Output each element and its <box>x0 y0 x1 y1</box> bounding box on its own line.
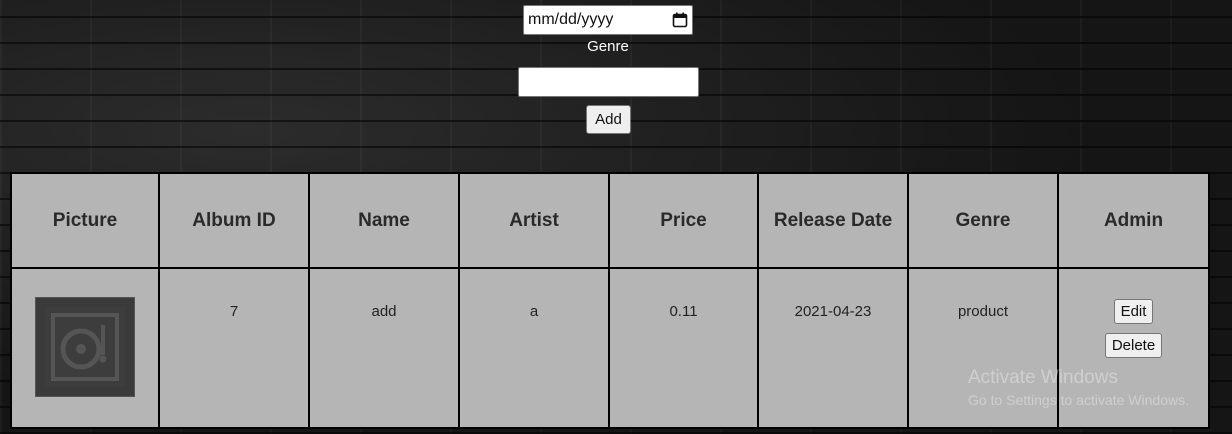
column-header-artist: Artist <box>458 172 610 269</box>
add-button[interactable]: Add <box>586 105 631 134</box>
edit-button[interactable]: Edit <box>1113 299 1154 324</box>
album-placeholder-icon <box>35 297 135 397</box>
album-id-cell: 7 <box>158 267 310 429</box>
delete-button[interactable]: Delete <box>1104 333 1163 358</box>
column-header-price: Price <box>608 172 759 269</box>
activation-watermark: Activate Windows Go to Settings to activ… <box>968 367 1189 408</box>
release-date-cell: 2021-04-23 <box>757 267 909 429</box>
price-cell: 0.11 <box>608 267 759 429</box>
watermark-subtitle: Go to Settings to activate Windows. <box>968 392 1189 408</box>
genre-input[interactable] <box>518 67 699 97</box>
column-header-name: Name <box>308 172 460 269</box>
column-header-album-id: Album ID <box>158 172 310 269</box>
column-header-genre: Genre <box>907 172 1059 269</box>
release-date-placeholder: mm/dd/yyyy <box>528 11 614 28</box>
column-header-admin: Admin <box>1057 172 1210 269</box>
watermark-title: Activate Windows <box>968 367 1118 388</box>
table-header-row: Picture Album ID Name Artist Price Relea… <box>10 172 1210 269</box>
release-date-input[interactable]: mm/dd/yyyy <box>523 5 693 35</box>
column-header-picture: Picture <box>10 172 160 269</box>
add-album-form: mm/dd/yyyy Genre Add <box>0 0 1232 170</box>
picture-cell <box>10 267 160 429</box>
genre-label: Genre <box>587 38 629 55</box>
name-cell: add <box>308 267 460 429</box>
column-header-release-date: Release Date <box>757 172 909 269</box>
artist-cell: a <box>458 267 610 429</box>
calendar-icon[interactable] <box>672 12 688 28</box>
